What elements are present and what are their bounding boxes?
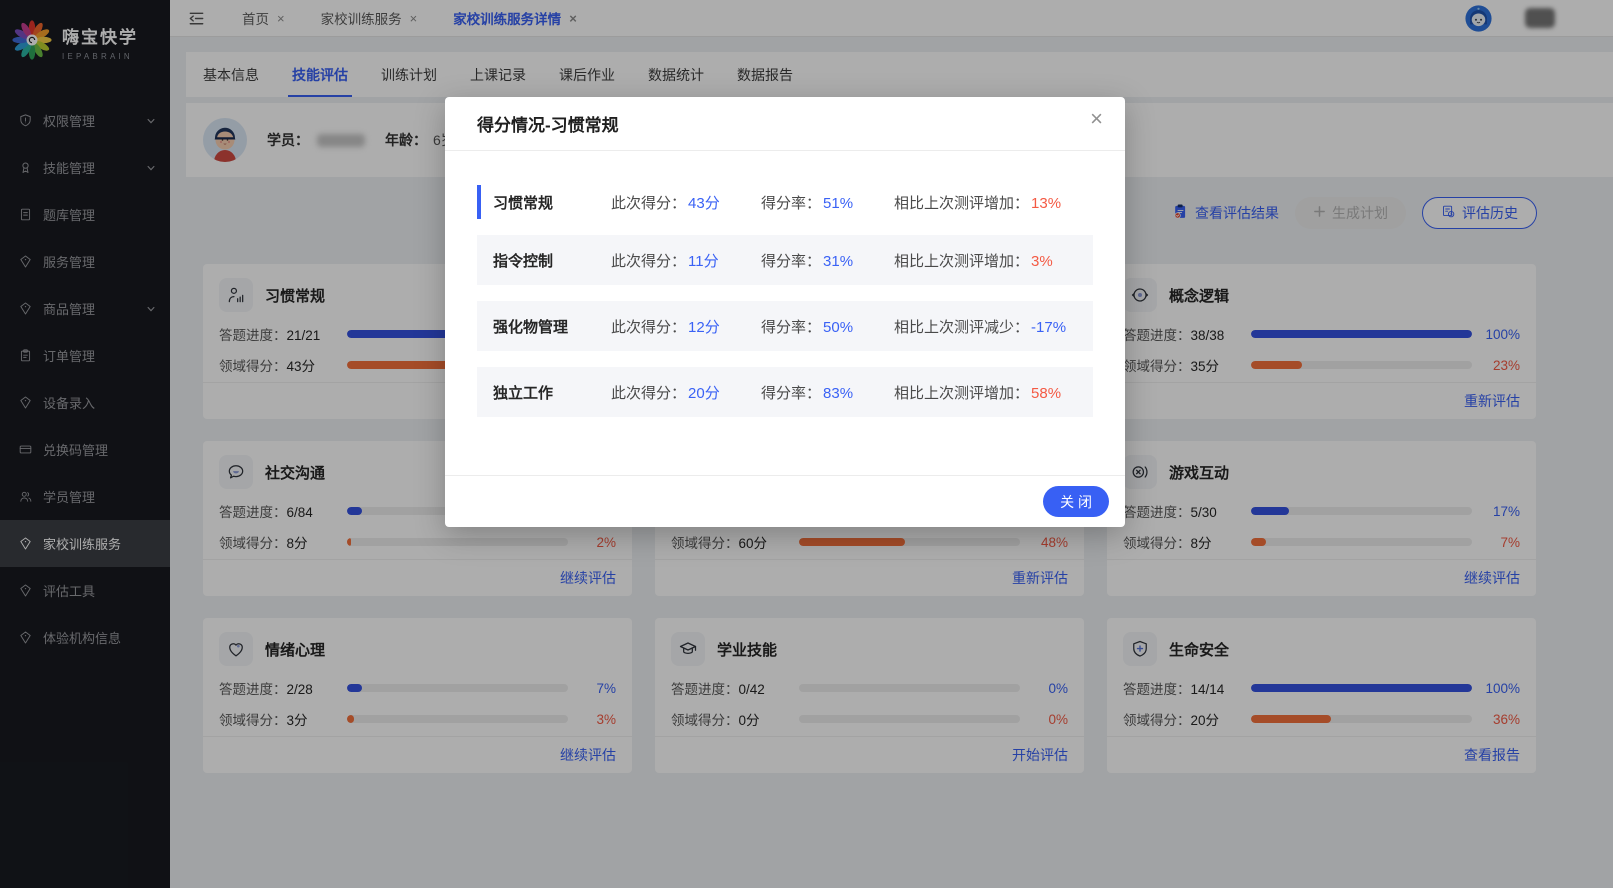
score-detail-modal: 得分情况-习惯常规 × 习惯常规此次得分：43分得分率：51%相比上次测评增加：… [445,97,1125,527]
close-icon[interactable]: × [1090,108,1103,131]
modal-score-row: 独立工作此次得分：20分得分率：83%相比上次测评增加：58% [477,367,1093,417]
modal-row-name: 强化物管理 [493,316,611,337]
modal-row-name: 独立工作 [493,382,611,403]
modal-body: 习惯常规此次得分：43分得分率：51%相比上次测评增加：13% 指令控制此次得分：… [445,151,1125,475]
modal-score-row: 强化物管理此次得分：12分得分率：50%相比上次测评减少：-17% [477,301,1093,351]
modal-row-name: 习惯常规 [493,192,611,213]
modal-score-row: 指令控制此次得分：11分得分率：31%相比上次测评增加：3% [477,235,1093,285]
modal-close-button[interactable]: 关 闭 [1043,486,1109,517]
app-window: 嗨宝快学 IEPABRAIN 权限管理技能管理题库管理服务管理商品管理订单管理设… [0,0,1613,888]
modal-title: 得分情况-习惯常规 [477,116,619,135]
modal-score-row: 习惯常规此次得分：43分得分率：51%相比上次测评增加：13% [477,185,1093,219]
modal-row-name: 指令控制 [493,250,611,271]
